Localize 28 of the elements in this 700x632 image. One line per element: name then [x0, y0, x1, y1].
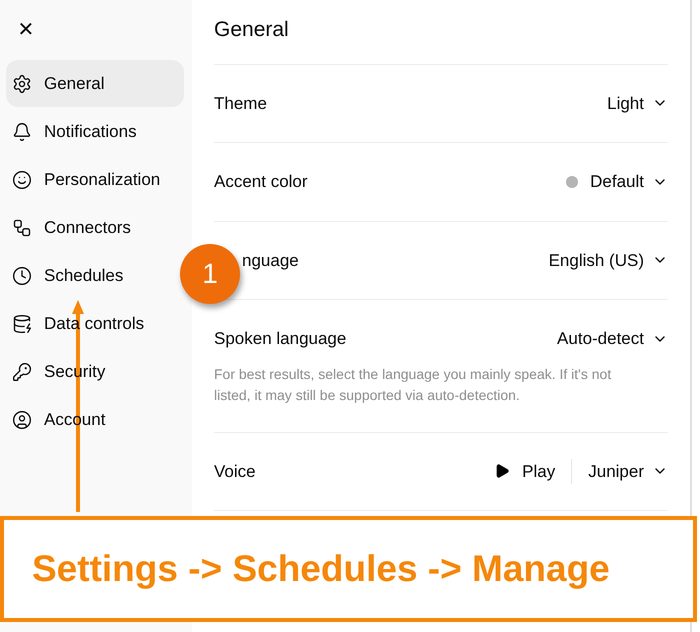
dropdown-button[interactable]: Juniper — [572, 458, 668, 484]
clock-icon — [12, 266, 32, 286]
user-icon — [12, 410, 32, 430]
nodes-icon — [12, 218, 32, 238]
help-text: For best results, select the language you mainly speak. If it's not listed, it may still be supported via auto-detection. — [214, 364, 612, 405]
setting-label: Theme — [214, 92, 267, 114]
gear-icon — [12, 74, 32, 94]
caption-text: Settings -> Schedules -> Manage — [32, 547, 610, 592]
play-button[interactable]: Play — [494, 458, 572, 484]
database-icon — [12, 314, 32, 334]
setting-label: nguage — [241, 250, 299, 272]
step-badge: 1 — [180, 244, 240, 304]
smile-icon — [12, 170, 32, 190]
sidebar-item[interactable]: Personalization — [6, 156, 184, 203]
page-title: General — [214, 14, 668, 64]
key-icon — [12, 362, 32, 382]
sidebar-item[interactable]: Notifications — [6, 108, 184, 155]
setting-label: Spoken language — [214, 328, 346, 350]
setting-label: Accent color — [214, 171, 308, 193]
dropdown-button[interactable]: Default — [566, 169, 668, 194]
dropdown-button[interactable]: English (US) — [548, 248, 668, 273]
sidebar-item[interactable]: General — [6, 60, 184, 107]
dropdown-button[interactable]: Light — [607, 90, 668, 116]
close-button[interactable]: ✕ — [14, 18, 38, 42]
setting-label: Voice — [214, 460, 256, 482]
play-icon — [494, 463, 510, 480]
bell-icon — [12, 122, 32, 142]
dropdown-button[interactable]: Auto-detect — [557, 326, 668, 352]
